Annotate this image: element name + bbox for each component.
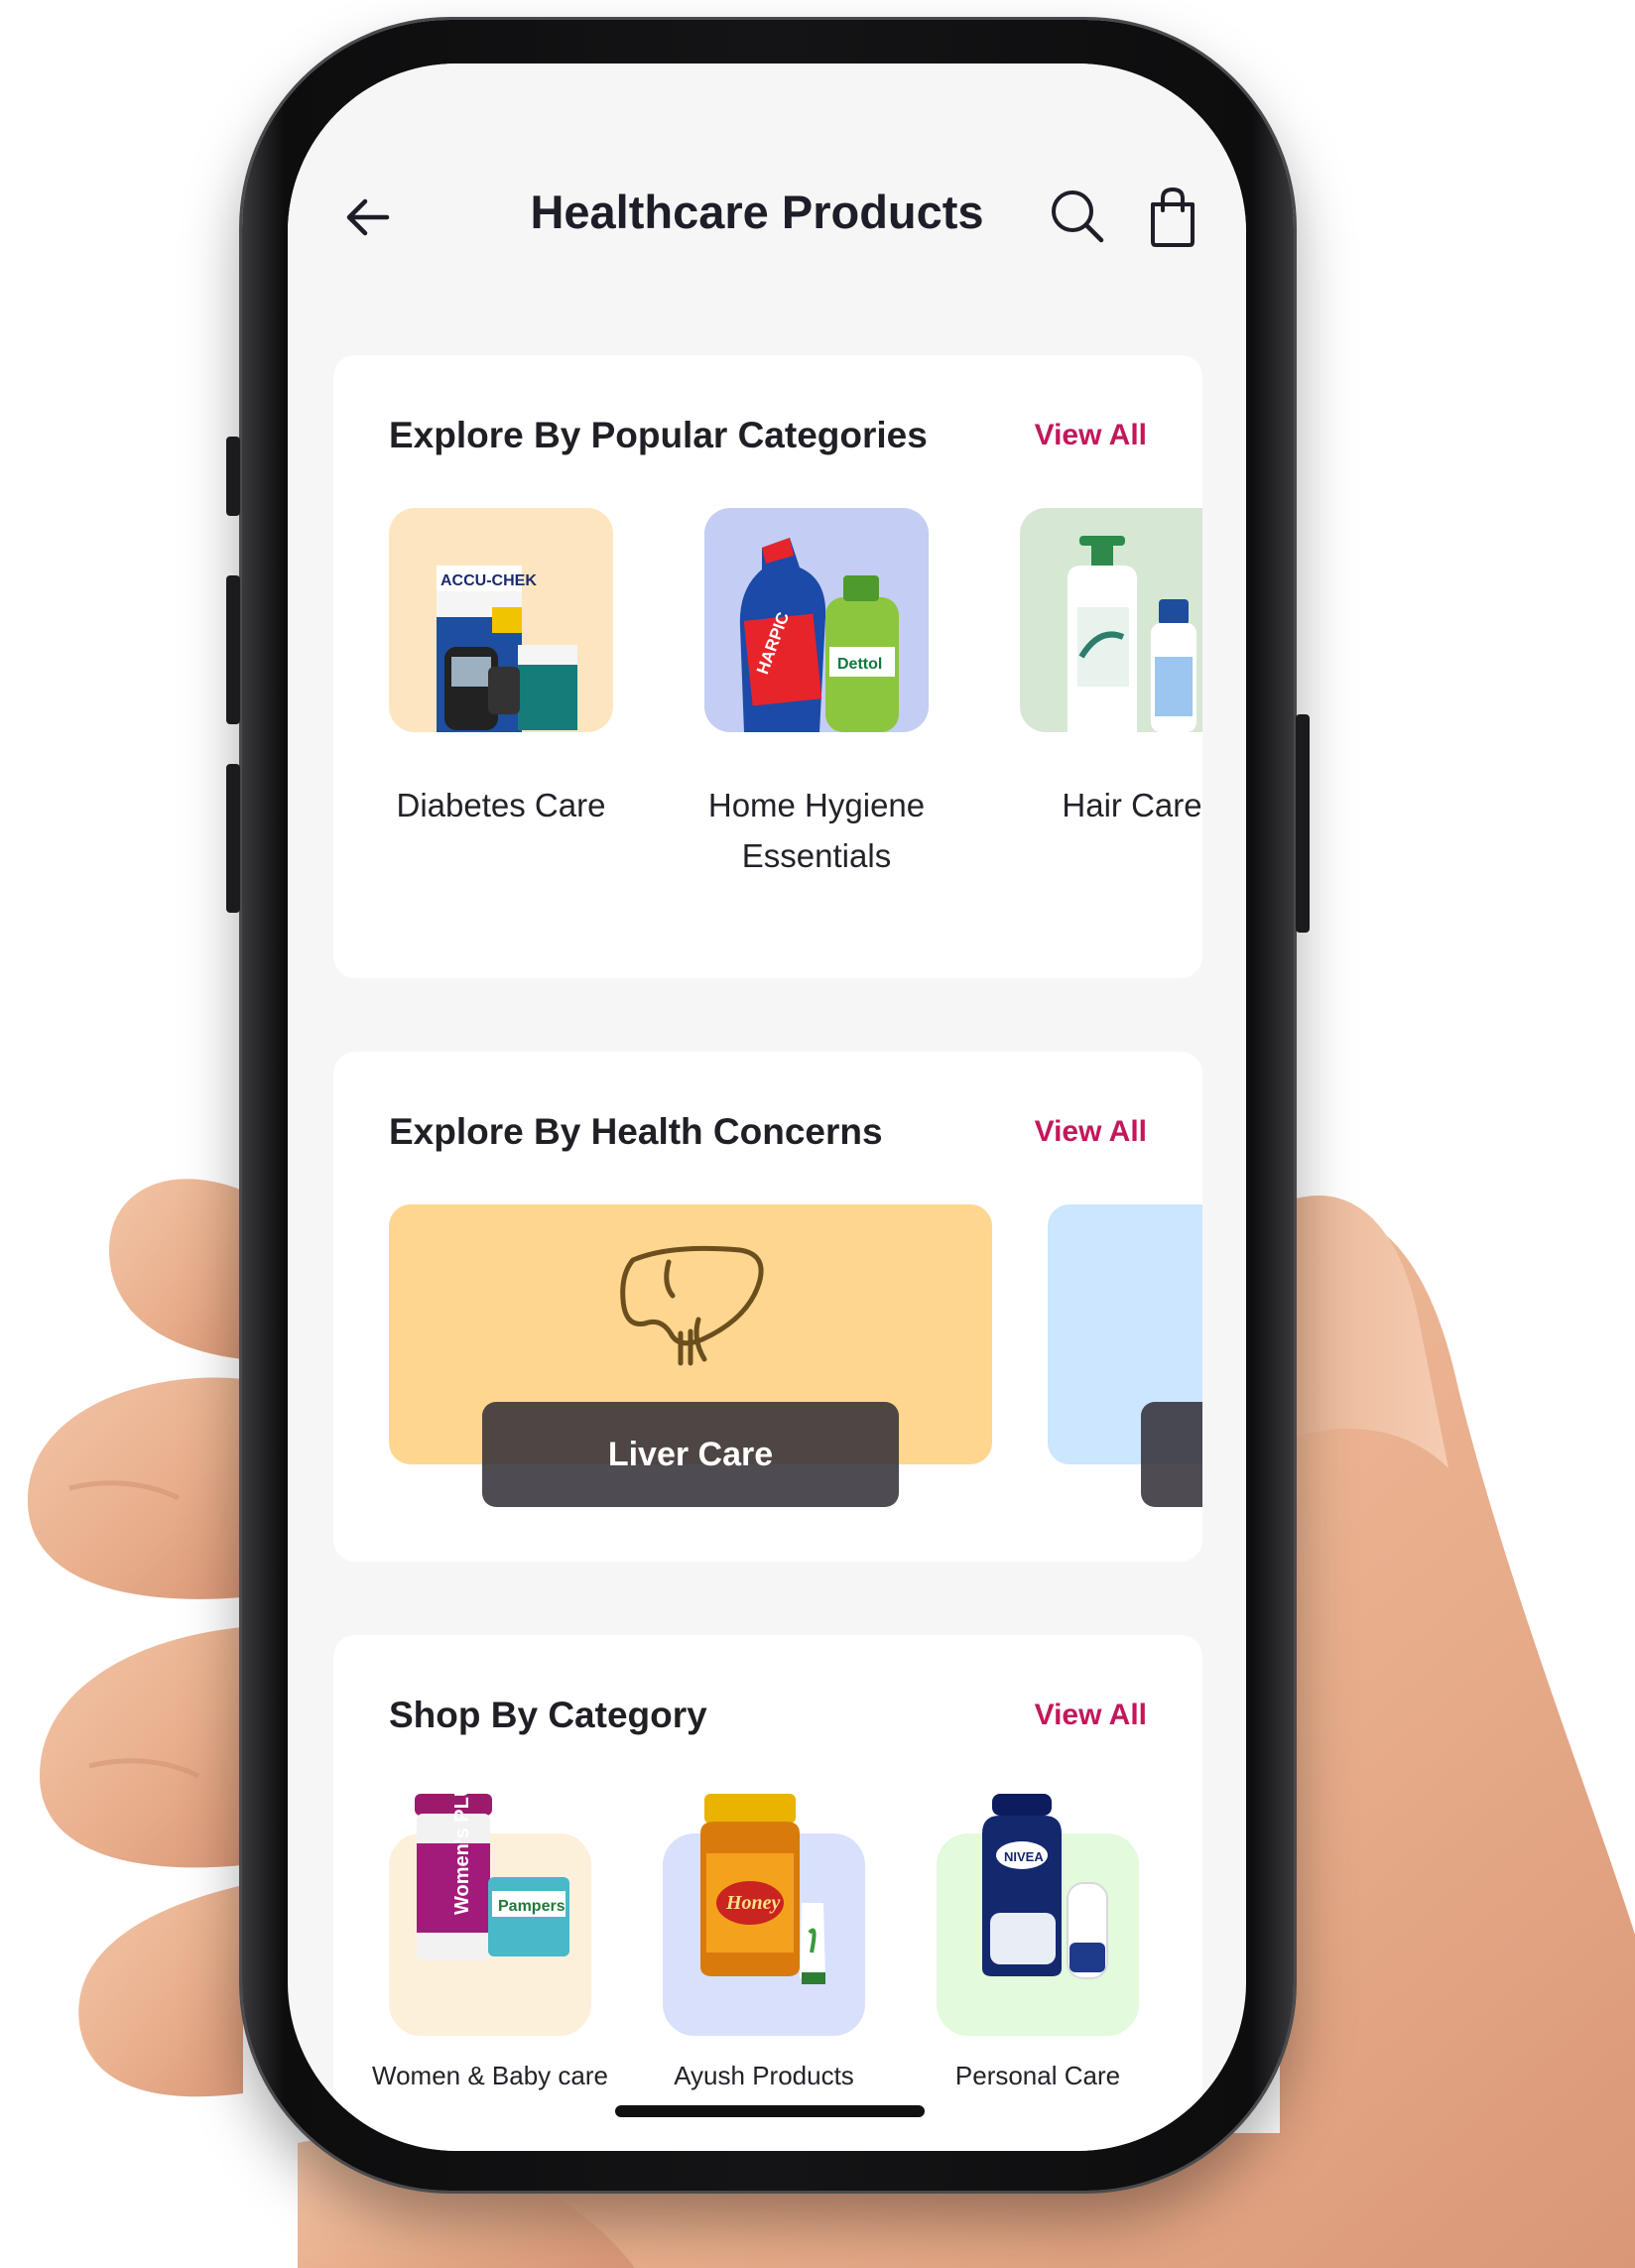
category-item-hair-care[interactable]: Hair Care — [1020, 508, 1202, 830]
shop-label: Personal Care — [954, 2061, 1121, 2090]
shop-tile: Honey — [663, 1794, 865, 2036]
liver-icon — [620, 1245, 764, 1366]
category-label: Hair Care — [1062, 787, 1202, 823]
shop-item-personal-care[interactable]: NIVEA Personal Care — [937, 1794, 1139, 2095]
view-all-link[interactable]: View All — [1035, 1699, 1147, 1732]
svg-text:NIVEA: NIVEA — [1004, 1849, 1044, 1864]
category-label: Diabetes Care — [396, 787, 606, 823]
section-title: Explore By Popular Categories — [389, 415, 928, 455]
home-indicator[interactable] — [615, 2105, 925, 2117]
cleaning-product-image: HARPIC Dettol — [739, 538, 899, 732]
view-all-link[interactable]: View All — [1035, 1115, 1147, 1149]
app-header: Healthcare Products — [288, 63, 1246, 361]
view-all-link[interactable]: View All — [1035, 419, 1147, 452]
svg-text:Women's PLUS: Women's PLUS — [451, 1794, 473, 1915]
concern-label: Liver Care — [482, 1402, 899, 1507]
shop-label: Ayush Products — [674, 2061, 854, 2090]
shop-tile: Women's PLUS Pampers — [389, 1794, 591, 2036]
phone-volume-up-button — [226, 575, 240, 724]
phone-volume-down-button — [226, 764, 240, 913]
category-item-home-hygiene[interactable]: HARPIC Dettol Home Hygiene Essentials — [704, 508, 929, 881]
shop-item-ayush-products[interactable]: Honey Ayush Products — [663, 1794, 865, 2095]
back-button[interactable] — [337, 188, 397, 247]
popular-categories-card: Explore By Popular Categories View All A… — [333, 355, 1202, 978]
shop-by-category-card: Shop By Category View All Women's PLUS P… — [333, 1635, 1202, 2151]
shop-item-women-baby-care[interactable]: Women's PLUS Pampers Women & Baby care — [372, 1794, 608, 2095]
concern-label — [1141, 1402, 1202, 1507]
health-concerns-card: Explore By Health Concerns View All Live… — [333, 1052, 1202, 1562]
phone-side-button — [226, 437, 240, 516]
cart-button[interactable] — [1147, 187, 1198, 248]
phone-screen: Healthcare Products Explore By Popular C… — [288, 63, 1246, 2151]
search-button[interactable] — [1048, 187, 1107, 246]
glucometer-product-image: ACCU-CHEK — [437, 566, 577, 732]
section-title: Explore By Health Concerns — [389, 1111, 883, 1152]
page-title: Healthcare Products — [530, 186, 984, 238]
phone-power-button — [1296, 714, 1310, 933]
category-tile — [1020, 508, 1202, 732]
women-baby-product-image: Women's PLUS Pampers — [415, 1794, 569, 1960]
arrow-left-icon — [346, 198, 390, 236]
shop-label: Women & Baby care — [372, 2061, 608, 2090]
personal-care-product-image: NIVEA — [982, 1794, 1108, 1979]
shopping-bag-icon — [1151, 187, 1195, 247]
ayush-product-image: Honey — [700, 1794, 825, 1984]
svg-text:ACCU-CHEK: ACCU-CHEK — [440, 572, 537, 589]
svg-text:Dettol: Dettol — [837, 656, 882, 673]
category-item-diabetes-care[interactable]: ACCU-CHEK Diabetes Care — [389, 508, 613, 830]
svg-text:Pampers: Pampers — [498, 1898, 566, 1915]
shop-tile: NIVEA — [937, 1794, 1139, 2036]
search-icon — [1052, 190, 1104, 243]
section-title: Shop By Category — [389, 1695, 707, 1735]
category-tile: ACCU-CHEK — [389, 508, 613, 732]
category-tile: HARPIC Dettol — [704, 508, 929, 732]
hair-care-product-image — [1068, 536, 1196, 732]
category-label: Home Hygiene Essentials — [707, 787, 926, 874]
svg-text:Honey: Honey — [725, 1892, 781, 1914]
